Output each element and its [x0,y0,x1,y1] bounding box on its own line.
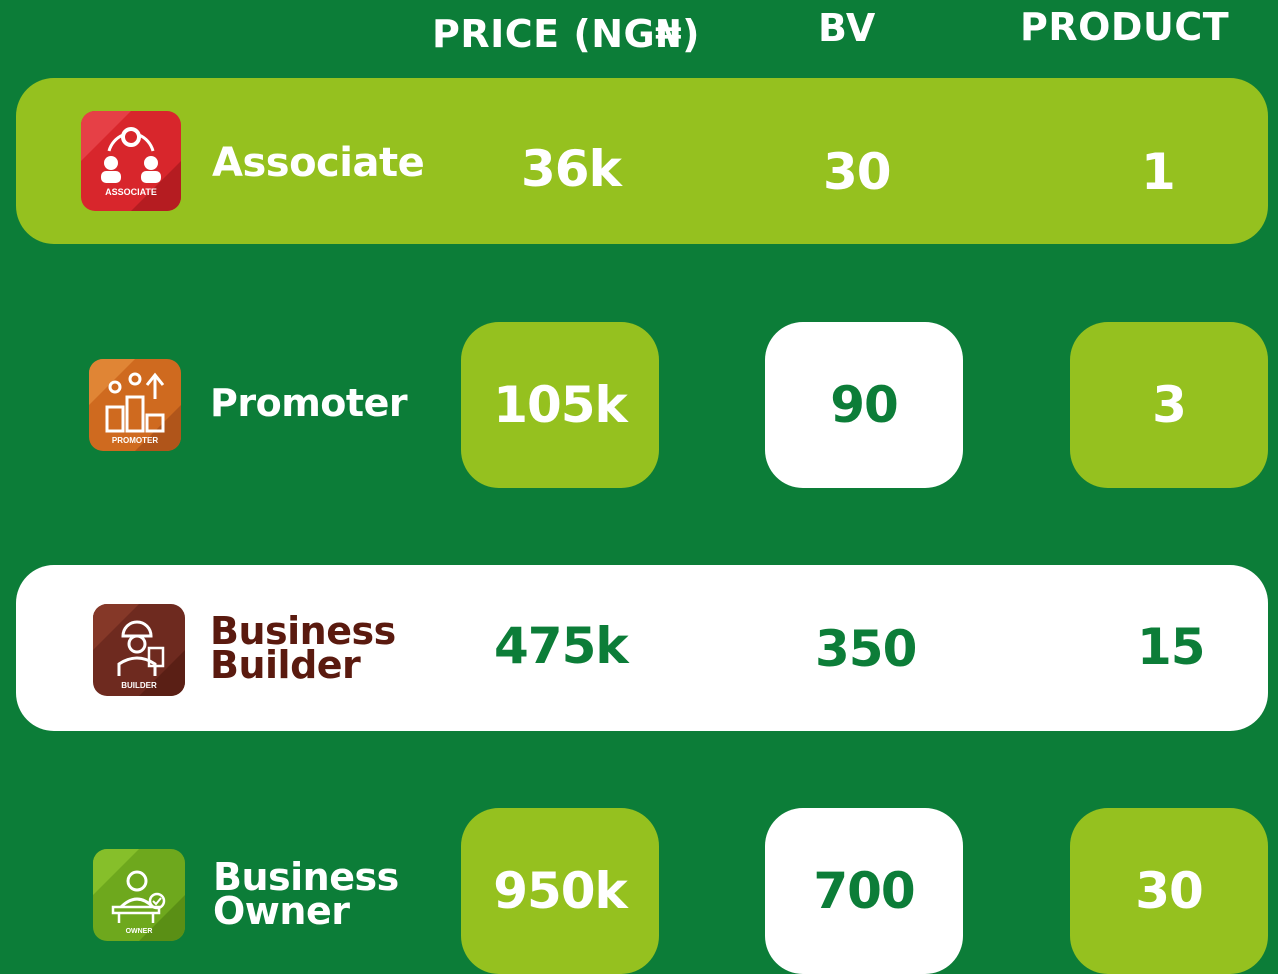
construction-worker-icon: BUILDER [93,604,185,696]
podium-growth-icon: PROMOTER [89,359,181,451]
bv-column-header: BV [818,6,876,50]
associate-row [16,78,1268,244]
price-associate: 36k [521,140,622,198]
product-business-owner-box: 30 [1070,808,1268,974]
price-promoter-box: 105k [461,322,659,488]
bv-associate: 30 [823,143,892,201]
price-business-owner: 950k [493,862,628,920]
icon-badge-text: OWNER [126,928,153,935]
product-promoter-box: 3 [1070,322,1268,488]
icon-badge-text: BUILDER [121,681,157,690]
tier-name-business-builder: Business Builder [210,612,396,687]
bv-promoter-box: 90 [765,322,963,488]
tier-name-promoter: Promoter [210,381,408,425]
product-business-builder: 15 [1137,618,1206,676]
tier-name-line2: Owner [213,889,350,933]
product-business-owner: 30 [1135,862,1204,920]
product-promoter: 3 [1152,376,1187,434]
icon-badge-text: ASSOCIATE [105,187,157,197]
executive-desk-icon: OWNER [93,849,185,941]
price-business-builder: 475k [494,617,629,675]
price-column-header: PRICE (NG₦) [432,12,700,56]
bv-business-owner-box: 700 [765,808,963,974]
tier-name-line2: Builder [210,643,361,687]
price-business-owner-box: 950k [461,808,659,974]
tier-name-business-owner: Business Owner [213,858,399,933]
bv-business-owner: 700 [813,862,915,920]
bv-promoter: 90 [830,376,899,434]
icon-badge-text: PROMOTER [112,436,158,445]
product-column-header: PRODUCT [1020,5,1230,49]
tier-name-associate: Associate [212,140,425,186]
people-network-icon: ASSOCIATE [81,111,181,211]
business-builder-row [16,565,1268,731]
price-promoter: 105k [493,376,628,434]
product-associate: 1 [1141,143,1176,201]
bv-business-builder: 350 [815,620,917,678]
